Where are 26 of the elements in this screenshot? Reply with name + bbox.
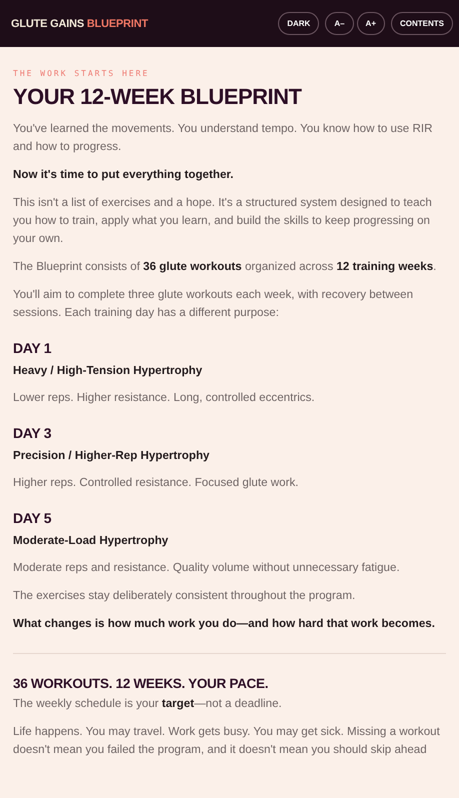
- bold-paragraph: Now it's time to put everything together.: [13, 167, 234, 183]
- header-button[interactable]: CONTENTS: [391, 12, 453, 35]
- day-subheading: Heavy / High-Tension Hypertrophy: [13, 364, 204, 377]
- day-subheading: Precision / Higher-Rep Hypertrophy: [13, 449, 210, 462]
- paragraph: You'll aim to complete three glute workouts each week, with recovery between sessions. Each training day has a different purpose:: [13, 287, 414, 321]
- eyebrow-text: THE WORK STARTS HERE: [13, 69, 150, 78]
- page-title: YOUR 12-WEEK BLUEPRINT: [13, 84, 303, 110]
- paragraph: Higher reps. Controlled resistance. Focused glute work.: [13, 475, 300, 491]
- day-heading: DAY 5: [13, 510, 52, 526]
- paragraph: This isn't a list of exercises and a hope. It's a structured system designed to teach you how to train, apply what you learn, and build the skills to keep progressing on your own.: [13, 195, 433, 247]
- day-subheading: Moderate-Load Hypertrophy: [13, 534, 170, 547]
- bold-paragraph: What changes is how much work you do—and how hard that work becomes.: [13, 616, 436, 632]
- paragraph: Moderate reps and resistance. Quality volume without unnecessary fatigue.: [13, 560, 401, 576]
- paragraph: Life happens. You may travel. Work gets busy. You may get sick. Missing a workout doesn't mean you failed the program, and it doesn't mean you should skip ahead: [13, 724, 441, 758]
- day-heading: DAY 3: [13, 425, 52, 441]
- paragraph: The Blueprint consists of 36 glute workouts organized across 12 training weeks.: [13, 259, 438, 275]
- day-heading: DAY 1: [13, 340, 52, 356]
- paragraph: You've learned the movements. You understand tempo. You know how to use RIR and how to progress.: [13, 121, 434, 155]
- header-button[interactable]: A+: [356, 12, 385, 35]
- paragraph: The exercises stay deliberately consistent throughout the program.: [13, 588, 356, 604]
- header-button[interactable]: A–: [325, 12, 354, 35]
- paragraph: Lower reps. Higher resistance. Long, controlled eccentrics.: [13, 390, 316, 406]
- header-button[interactable]: DARK: [278, 12, 320, 35]
- section-heading: 36 WORKOUTS. 12 WEEKS. YOUR PACE.: [13, 676, 270, 691]
- brand-title: GLUTE GAINS BLUEPRINT: [11, 18, 148, 30]
- paragraph: The weekly schedule is your target—not a deadline.: [13, 696, 283, 712]
